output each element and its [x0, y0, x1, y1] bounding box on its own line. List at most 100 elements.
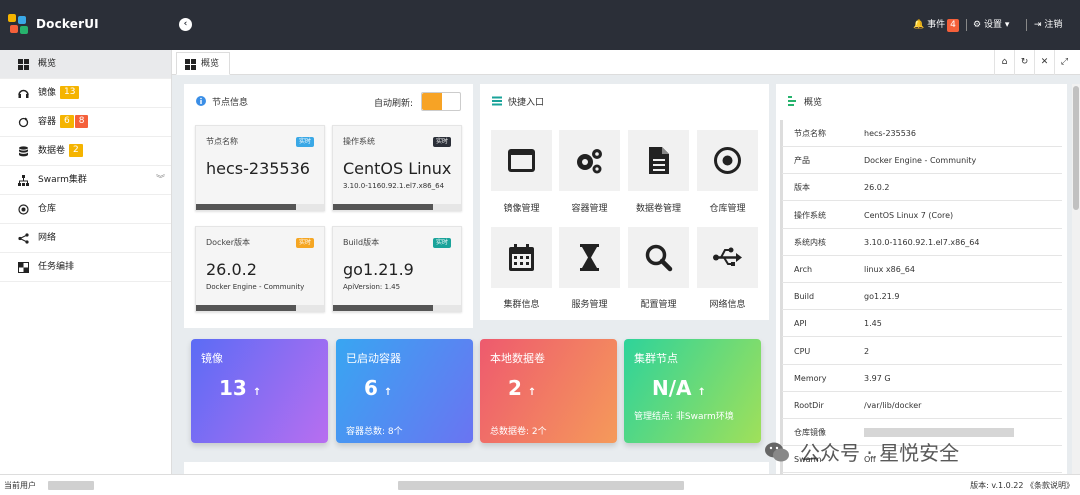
sidebar-item-containers[interactable]: 容器 6 8	[0, 108, 171, 137]
close-icon: ✕	[1040, 57, 1049, 67]
tab-overview[interactable]: 概览	[176, 52, 231, 75]
sidebar-item-label: 数据卷	[38, 146, 66, 156]
overview-value: 1.45	[864, 319, 882, 329]
auto-refresh-toggle[interactable]	[421, 92, 461, 111]
sidebar-collapse-icon[interactable]: ‹	[179, 18, 192, 31]
quick-label: 数据卷管理	[635, 204, 681, 214]
overview-row: 操作系统 CentOS Linux 7 (Core)	[782, 202, 1062, 229]
page-scrollbar[interactable]	[1072, 84, 1080, 474]
quick-volumes-button[interactable]	[628, 130, 689, 191]
events-count-badge: 4	[947, 19, 959, 32]
database-icon	[19, 146, 28, 157]
card-progress-bar	[333, 204, 461, 210]
dockerui-logo-icon	[8, 14, 30, 36]
gear-icon: ⚙	[973, 20, 982, 30]
windows-icon	[185, 59, 196, 70]
sidebar-item-images[interactable]: 镜像 13	[0, 79, 171, 108]
stat-footer: 总数据卷: 2个	[490, 427, 547, 437]
cluster-stat-card[interactable]: 集群节点 N/A ↑ 管理结点: 非Swarm环境	[624, 339, 761, 443]
redacted-value	[864, 428, 1014, 438]
sidebar-item-label: 网络	[38, 233, 57, 243]
sidebar-item-label: 概览	[38, 59, 57, 69]
card-progress-bar	[333, 305, 461, 311]
quick-network-button[interactable]	[697, 227, 758, 288]
quick-cluster-button[interactable]	[491, 227, 552, 288]
card-subtext: Docker Engine - Community	[206, 283, 305, 291]
sitemap-icon	[18, 175, 29, 186]
hourglass-icon	[580, 244, 599, 271]
quick-label: 镜像管理	[503, 204, 540, 214]
quick-entry-panel: 快捷入口 镜像管理 容器管理 数据卷管理 仓库管理 集群信息 服务管理 配置管理…	[480, 84, 769, 320]
quick-containers-button[interactable]	[559, 130, 620, 191]
overview-key: API	[794, 319, 807, 329]
quick-images-button[interactable]	[491, 130, 552, 191]
overview-value: 3.97 G	[864, 373, 891, 383]
overview-value: linux x86_64	[864, 265, 915, 274]
card-value: 26.0.2	[206, 260, 257, 279]
node-info-title: 节点信息	[196, 96, 248, 109]
sidebar-item-network[interactable]: 网络	[0, 224, 171, 253]
volumes-count-badge: 2	[69, 144, 83, 157]
arrow-up-icon: ↑	[252, 387, 262, 398]
settings-dropdown[interactable]: ⚙ 设置 ▾	[973, 18, 1009, 32]
sidebar-item-overview[interactable]: 概览	[0, 50, 171, 79]
refresh-tab-button[interactable]: ↻	[1014, 50, 1034, 75]
volumes-stat-card[interactable]: 本地数据卷 2 ↑ 总数据卷: 2个	[480, 339, 617, 443]
overview-key: 节点名称	[794, 129, 826, 138]
sidebar-item-label: 仓库	[38, 204, 57, 214]
home-button[interactable]: ⌂	[994, 50, 1014, 75]
double-chevron-down-icon: ︾	[155, 175, 165, 185]
bar-list-icon	[788, 96, 796, 106]
sidebar-item-volumes[interactable]: 数据卷 2	[0, 137, 171, 166]
current-user-label: 当前用户	[4, 481, 36, 490]
arrow-up-icon: ↑	[383, 387, 393, 398]
events-label: 事件	[927, 20, 946, 30]
overview-value: CentOS Linux 7 (Core)	[864, 210, 954, 220]
overview-row: Arch linux x86_64	[782, 256, 1062, 283]
quick-label: 仓库管理	[709, 204, 746, 214]
redacted-username	[48, 481, 94, 490]
fullscreen-button[interactable]: ⤢	[1054, 50, 1074, 75]
header-divider	[1026, 19, 1027, 31]
quick-config-button[interactable]	[628, 227, 689, 288]
quick-label: 集群信息	[503, 300, 540, 310]
list-icon	[492, 96, 502, 106]
card-subtext: 3.10.0-1160.92.1.el7.x86_64	[343, 182, 445, 190]
card-progress-bar	[196, 305, 324, 311]
watermark-text: 公众号 · 星悦安全	[800, 441, 960, 465]
card-value: hecs-235536	[206, 159, 310, 178]
quick-label: 容器管理	[571, 204, 608, 214]
realtime-tag: 实时	[432, 238, 451, 248]
card-label: Docker版本	[206, 238, 251, 247]
overview-key: RootDir	[794, 401, 824, 410]
close-tab-button[interactable]: ✕	[1034, 50, 1054, 75]
sidebar-item-registry[interactable]: 仓库	[0, 195, 171, 224]
overview-value: go1.21.9	[864, 292, 900, 302]
logout-button[interactable]: ⇥ 注销	[1034, 18, 1062, 32]
images-stat-card[interactable]: 镜像 13 ↑	[191, 339, 328, 443]
lower-panel	[184, 462, 769, 474]
calendar-icon	[509, 244, 534, 271]
stat-title: 镜像	[201, 352, 223, 365]
scrollbar-thumb[interactable]	[1073, 86, 1079, 210]
quick-label: 网络信息	[709, 300, 746, 310]
stat-footer: 容器总数: 8个	[346, 427, 403, 437]
target-icon	[18, 204, 29, 215]
overview-row: Build go1.21.9	[782, 283, 1062, 311]
events-button[interactable]: 🔔 事件 4	[913, 18, 959, 32]
build-version-card: Build版本 实时 go1.21.9 ApiVersion: 1.45	[332, 226, 462, 312]
containers-stat-card[interactable]: 已启动容器 6 ↑ 容器总数: 8个	[336, 339, 473, 443]
running-containers-badge: 6	[60, 115, 74, 128]
overview-row: API 1.45	[782, 310, 1062, 338]
quick-registry-button[interactable]	[697, 130, 758, 191]
sidebar-item-label: 任务编排	[38, 262, 75, 272]
quick-services-button[interactable]	[559, 227, 620, 288]
sidebar-item-swarm[interactable]: Swarm集群 ︾	[0, 166, 171, 195]
overview-value: /var/lib/docker	[864, 401, 922, 410]
sidebar-item-orchestration[interactable]: 任务编排	[0, 253, 171, 282]
windows-icon	[18, 59, 29, 70]
overview-value: 3.10.0-1160.92.1.el7.x86_64	[864, 237, 980, 247]
status-footer: 当前用户 版本: v.1.0.22 《条款说明》	[0, 474, 1080, 495]
total-containers-badge: 8	[74, 115, 89, 128]
overview-key: 版本	[794, 183, 810, 193]
